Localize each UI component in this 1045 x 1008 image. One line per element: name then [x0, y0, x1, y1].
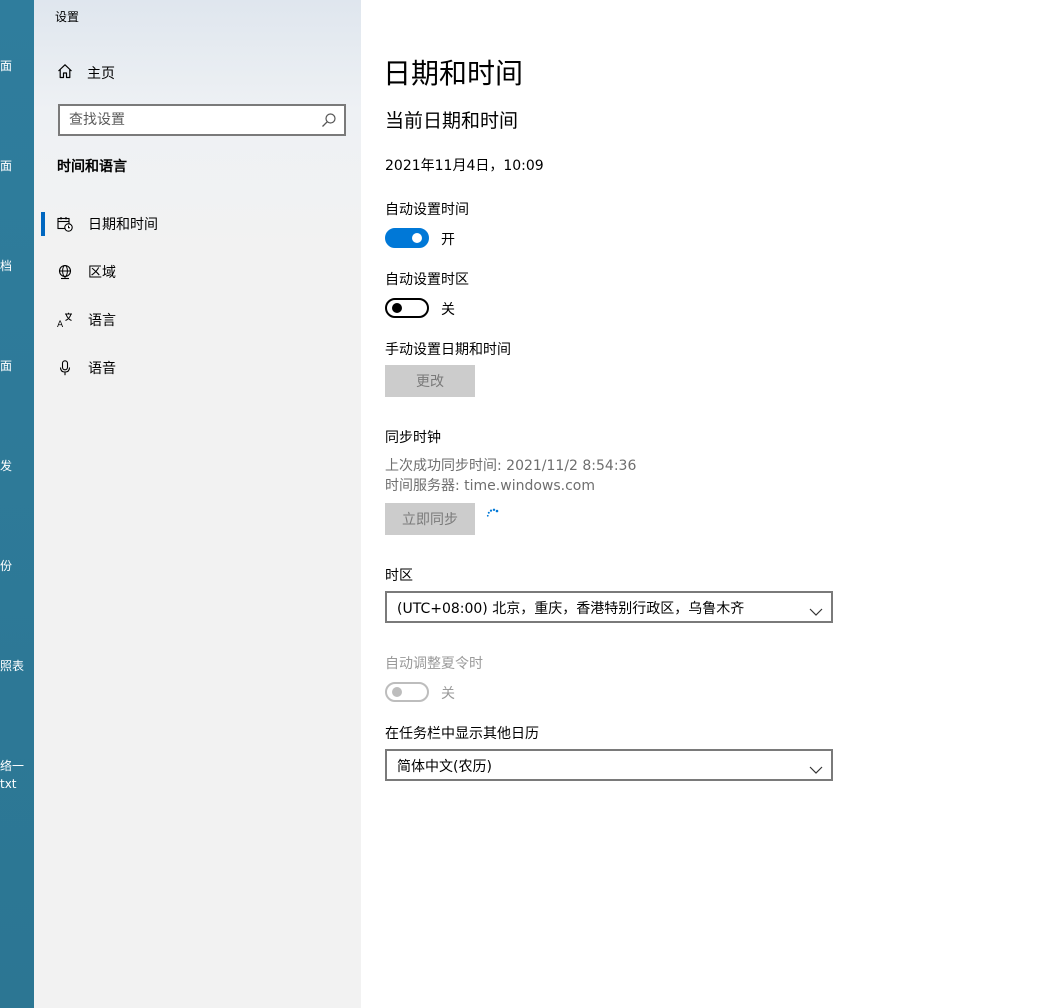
search-icon[interactable] [321, 112, 337, 132]
language-icon: A [57, 312, 73, 328]
desktop-icon-label[interactable]: 面 [0, 158, 12, 174]
screen: 面 面 档 面 发 份 照表 络一 txt 设置 主页 查找设置 时间和语言 日… [0, 0, 1045, 1008]
sidebar-item-label: 日期和时间 [88, 217, 158, 233]
sidebar-item-speech[interactable]: 语音 [34, 350, 361, 386]
auto-time-label: 自动设置时间 [385, 202, 469, 218]
search-box[interactable] [58, 104, 346, 136]
app-title: 设置 [55, 10, 80, 24]
desktop-icon-label[interactable]: 面 [0, 58, 12, 74]
auto-time-state: 开 [441, 232, 455, 248]
current-datetime: 2021年11月4日，10:09 [385, 158, 544, 174]
sync-now-button[interactable]: 立即同步 [385, 503, 475, 535]
timezone-dropdown[interactable]: (UTC+08:00) 北京，重庆，香港特别行政区，乌鲁木齐 [385, 591, 833, 623]
desktop-icon-label[interactable]: 络一 [0, 758, 24, 774]
desktop-icon-label[interactable]: 份 [0, 558, 12, 574]
sidebar-item-region[interactable]: 区域 [34, 254, 361, 290]
auto-timezone-state: 关 [441, 302, 455, 318]
loading-spinner-icon [483, 508, 499, 528]
dst-label: 自动调整夏令时 [385, 656, 483, 672]
desktop-icon-label[interactable]: 档 [0, 258, 12, 274]
sidebar-item-label: 语音 [88, 361, 116, 377]
calendar-dropdown[interactable]: 简体中文(农历) [385, 749, 833, 781]
calendar-label: 在任务栏中显示其他日历 [385, 726, 539, 742]
calendar-value: 简体中文(农历) [397, 759, 492, 775]
sync-clock-label: 同步时钟 [385, 430, 441, 446]
chevron-down-icon [809, 602, 823, 621]
auto-timezone-toggle[interactable] [385, 298, 429, 318]
auto-time-toggle[interactable] [385, 228, 429, 248]
sidebar-item-date-time[interactable]: 日期和时间 [34, 206, 361, 242]
section-subtitle: 当前日期和时间 [385, 110, 519, 132]
sidebar-item-language[interactable]: A 语言 [34, 302, 361, 338]
timezone-label: 时区 [385, 568, 413, 584]
main-content: 日期和时间 当前日期和时间 2021年11月4日，10:09 自动设置时间 开 … [361, 0, 1045, 1008]
dst-toggle[interactable] [385, 682, 429, 702]
calendar-clock-icon [57, 216, 73, 232]
sidebar-item-label: 区域 [88, 265, 116, 281]
svg-text:A: A [57, 320, 64, 328]
home-label: 主页 [87, 66, 115, 82]
desktop-icon-label[interactable]: txt [0, 776, 17, 792]
sidebar-item-label: 语言 [88, 313, 116, 329]
change-button[interactable]: 更改 [385, 365, 475, 397]
toggle-knob [392, 687, 402, 697]
toggle-knob [412, 233, 422, 243]
desktop-icon-label[interactable]: 照表 [0, 658, 24, 674]
desktop-icon-label[interactable]: 发 [0, 458, 12, 474]
time-server: 时间服务器: time.windows.com [385, 478, 596, 494]
toggle-knob [392, 303, 402, 313]
desktop-icon-label[interactable]: 面 [0, 358, 12, 374]
page-title: 日期和时间 [383, 57, 524, 90]
last-sync-time: 上次成功同步时间: 2021/11/2 8:54:36 [385, 458, 637, 474]
settings-sidebar: 设置 主页 时间和语言 [34, 0, 361, 1008]
home-icon [57, 63, 73, 83]
microphone-icon [57, 360, 73, 376]
globe-icon [57, 264, 73, 280]
desktop-background: 面 面 档 面 发 份 照表 络一 txt [0, 0, 34, 1008]
auto-timezone-label: 自动设置时区 [385, 272, 469, 288]
search-input[interactable] [60, 106, 319, 134]
dst-state: 关 [441, 686, 455, 702]
chevron-down-icon [809, 760, 823, 779]
section-title: 时间和语言 [57, 159, 127, 175]
timezone-value: (UTC+08:00) 北京，重庆，香港特别行政区，乌鲁木齐 [397, 601, 745, 617]
home-nav-item[interactable]: 主页 [57, 61, 115, 85]
manual-datetime-label: 手动设置日期和时间 [385, 342, 511, 358]
